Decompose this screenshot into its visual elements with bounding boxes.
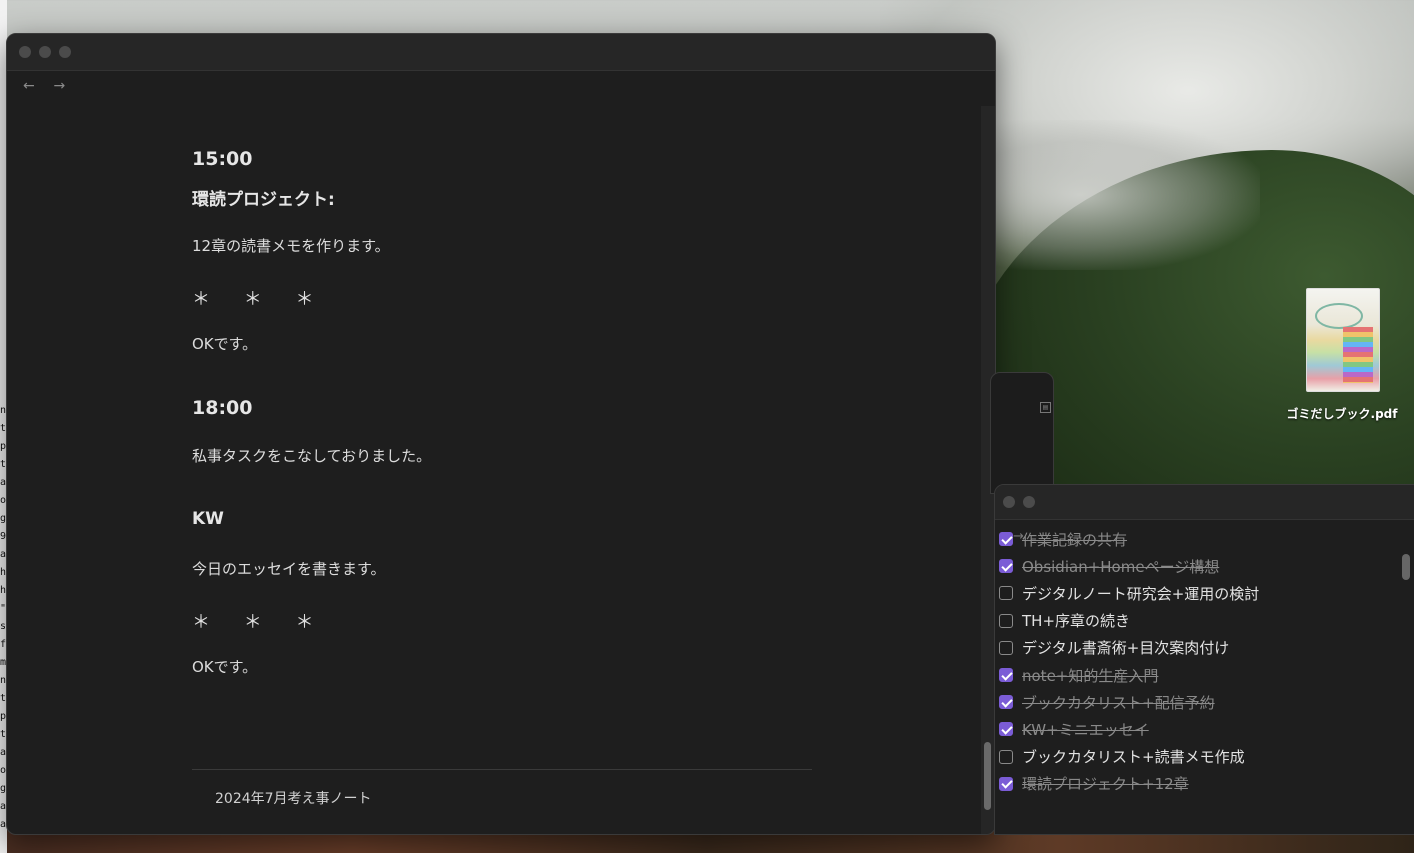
forward-arrow-icon[interactable]: →: [53, 78, 79, 94]
todo-window-titlebar[interactable]: [995, 485, 1414, 520]
note-window-titlebar[interactable]: [7, 34, 995, 71]
todo-label: Obsidian+Homeページ構想: [1022, 557, 1220, 576]
checked-checkbox[interactable]: [999, 532, 1013, 546]
background-window[interactable]: [990, 372, 1054, 494]
note-paragraph: 12章の読書メモを作ります。: [192, 237, 390, 255]
note-heading: 15:00: [192, 148, 253, 170]
note-nav: ← →: [23, 78, 79, 94]
backlink-link[interactable]: 2024年7月考え事ノート: [215, 788, 372, 808]
checked-checkbox[interactable]: [999, 722, 1013, 737]
todo-item[interactable]: 作業記録の共有: [999, 526, 1127, 552]
unchecked-checkbox[interactable]: [999, 613, 1013, 628]
checked-checkbox[interactable]: [999, 668, 1013, 682]
note-paragraph: 今日のエッセイを書きます。: [192, 560, 386, 578]
todo-item[interactable]: Obsidian+Homeページ構想: [999, 553, 1219, 579]
todo-window: → 作業記録の共有 Obsidian+Homeページ構想 デジタルノート研究会+運用…: [994, 484, 1414, 835]
todo-label: note+知的生産入門: [1022, 666, 1159, 685]
unchecked-checkbox[interactable]: [999, 586, 1013, 601]
minimize-window-button[interactable]: [1023, 496, 1035, 508]
note-heading: KW: [192, 509, 224, 529]
todo-scrollbar-thumb[interactable]: [1402, 554, 1410, 580]
checked-checkbox[interactable]: [999, 695, 1013, 710]
todo-label: ブックカタリスト+配信予約: [1022, 693, 1215, 712]
close-window-button[interactable]: [19, 46, 31, 58]
todo-item[interactable]: デジタルノート研究会+運用の検討: [999, 580, 1259, 606]
todo-item[interactable]: TH+序章の続き: [999, 608, 1130, 634]
note-paragraph: OKです。: [192, 658, 258, 676]
zoom-window-button[interactable]: [59, 46, 71, 58]
desktop-fog-low: [960, 120, 1260, 270]
note-window: ← → 15:00 環読プロジェクト: 12章の読書メモを作ります。 ＊ ＊ ＊…: [6, 33, 996, 835]
todo-item[interactable]: note+知的生産入門: [999, 662, 1158, 688]
todo-item[interactable]: デジタル書斎術+目次案肉付け: [999, 635, 1229, 661]
unchecked-checkbox[interactable]: [999, 749, 1013, 764]
note-paragraph: OKです。: [192, 335, 258, 353]
backlinks-divider: [192, 769, 812, 770]
todo-label: KW+ミニエッセイ: [1022, 720, 1149, 739]
checked-checkbox[interactable]: [999, 776, 1013, 791]
sidebar-toggle-icon[interactable]: ▤: [1040, 402, 1051, 413]
note-separator: ＊ ＊ ＊: [192, 289, 328, 310]
note-heading: 18:00: [192, 397, 253, 419]
checked-checkbox[interactable]: [999, 559, 1013, 574]
note-separator: ＊ ＊ ＊: [192, 612, 328, 633]
todo-label: ブックカタリスト+読書メモ作成: [1022, 748, 1245, 767]
minimize-window-button[interactable]: [39, 46, 51, 58]
note-scrollbar-thumb[interactable]: [984, 742, 991, 810]
todo-label: 作業記録の共有: [1022, 530, 1128, 549]
todo-label: デジタル書斎術+目次案肉付け: [1022, 639, 1230, 658]
todo-label: 環読プロジェクト+12章: [1022, 775, 1189, 794]
todo-item[interactable]: ブックカタリスト+読書メモ作成: [999, 744, 1245, 770]
todo-label: TH+序章の続き: [1022, 612, 1131, 631]
note-heading: 環読プロジェクト:: [192, 190, 335, 210]
todo-item[interactable]: ブックカタリスト+配信予約: [999, 689, 1215, 715]
todo-item[interactable]: 環読プロジェクト+12章: [999, 771, 1189, 797]
pdf-file-icon[interactable]: [1306, 288, 1380, 392]
note-paragraph: 私事タスクをこなしておりました。: [192, 447, 432, 465]
unchecked-checkbox[interactable]: [999, 640, 1013, 655]
pdf-file-label[interactable]: ゴミだしブック.pdf: [1272, 405, 1412, 422]
todo-label: デジタルノート研究会+運用の検討: [1022, 584, 1260, 603]
back-arrow-icon[interactable]: ←: [23, 78, 49, 94]
todo-item[interactable]: KW+ミニエッセイ: [999, 716, 1149, 742]
close-window-button[interactable]: [1003, 496, 1015, 508]
